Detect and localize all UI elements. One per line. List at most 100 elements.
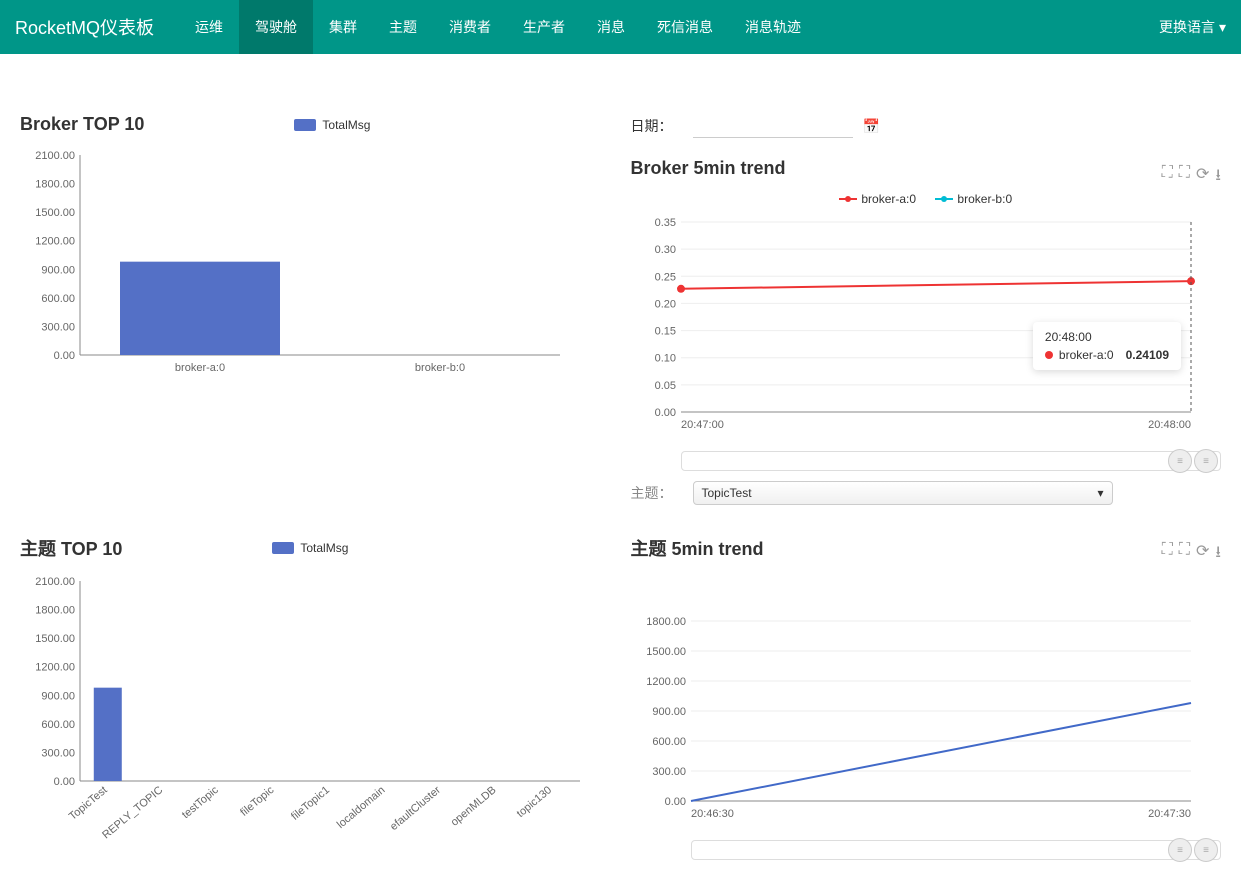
svg-text:broker-b:0: broker-b:0 <box>415 362 465 374</box>
svg-text:600.00: 600.00 <box>41 719 75 731</box>
svg-text:1500.00: 1500.00 <box>35 633 75 645</box>
broker-top10-title: Broker TOP 10 <box>20 114 144 135</box>
topic-5min-title: 主题 5min trend <box>631 535 764 561</box>
chart-tooltip: 20:48:00 broker-a:00.24109 <box>1033 322 1181 370</box>
svg-text:2100.00: 2100.00 <box>35 150 75 162</box>
nav-cluster[interactable]: 集群 <box>313 0 373 54</box>
svg-text:600.00: 600.00 <box>41 293 75 305</box>
zoom-icon[interactable]: ⛶ <box>1162 541 1173 568</box>
svg-text:20:47:00: 20:47:00 <box>681 419 724 431</box>
download-icon[interactable]: ⭳ <box>1215 541 1221 568</box>
main-nav: 运维 驾驶舱 集群 主题 消费者 生产者 消息 死信消息 消息轨迹 <box>179 0 817 54</box>
legend-totalmsg[interactable]: TotalMsg <box>294 118 370 132</box>
legend-broker-b[interactable]: broker-b:0 <box>935 192 1012 206</box>
chevron-down-icon: ▾ <box>1097 486 1103 500</box>
svg-text:1500.00: 1500.00 <box>646 646 686 658</box>
lang-switch-label: 更换语言 <box>1159 17 1215 37</box>
nav-consumer[interactable]: 消费者 <box>433 0 507 54</box>
slider-handle-right[interactable]: ≡ <box>1194 449 1218 473</box>
svg-text:20:48:00: 20:48:00 <box>1148 419 1191 431</box>
broker-top10-chart: 0.00 300.00 600.00 900.00 1200.00 1500.00 1800… <box>20 145 611 385</box>
svg-text:localdomain: localdomain <box>335 784 388 831</box>
topic-top10-panel: 主题 TOP 10 TotalMsg 0.00 300.00 600.00 900.0… <box>20 535 611 871</box>
legend-totalmsg-2[interactable]: TotalMsg <box>272 541 348 555</box>
svg-text:1200.00: 1200.00 <box>646 676 686 688</box>
svg-text:300.00: 300.00 <box>41 321 75 333</box>
svg-text:900.00: 900.00 <box>41 690 75 702</box>
topic-top10-title: 主题 TOP 10 <box>20 535 122 561</box>
svg-text:efaultCluster: efaultCluster <box>388 784 443 833</box>
restore-icon[interactable]: ⛶ <box>1179 541 1190 568</box>
toolbox: ⛶ ⛶ ⟳ ⭳ <box>1162 164 1221 191</box>
svg-text:1800.00: 1800.00 <box>35 179 75 191</box>
broker-trend-legend: broker-a:0 broker-b:0 <box>631 189 1222 206</box>
svg-text:300.00: 300.00 <box>652 766 686 778</box>
svg-text:0.30: 0.30 <box>654 244 675 256</box>
slider-handle-left[interactable]: ≡ <box>1168 449 1192 473</box>
svg-text:topic130: topic130 <box>515 784 555 820</box>
svg-text:testTopic: testTopic <box>180 784 221 821</box>
brand-title: RocketMQ仪表板 <box>15 14 154 40</box>
zoom-slider[interactable]: ≡ ≡ <box>681 451 1222 471</box>
refresh-icon[interactable]: ⟳ <box>1196 164 1209 191</box>
right-top: 日期： 📅 Broker 5min trend ⛶ ⛶ ⟳ ⭳ broker-a… <box>631 114 1222 515</box>
svg-text:20:47:30: 20:47:30 <box>1148 808 1191 820</box>
svg-text:1200.00: 1200.00 <box>35 236 75 248</box>
broker-top10-panel: Broker TOP 10 TotalMsg 0.00 300.00 600.00 9… <box>20 114 611 515</box>
svg-text:REPLY_TOPIC: REPLY_TOPIC <box>100 784 165 841</box>
svg-text:0.10: 0.10 <box>654 353 675 365</box>
nav-topic[interactable]: 主题 <box>373 0 433 54</box>
tooltip-value: 0.24109 <box>1126 348 1169 362</box>
svg-text:900.00: 900.00 <box>41 264 75 276</box>
svg-text:1500.00: 1500.00 <box>35 207 75 219</box>
svg-text:0.35: 0.35 <box>654 217 675 229</box>
svg-text:1800.00: 1800.00 <box>35 605 75 617</box>
topic-top10-chart: 0.00 300.00 600.00 900.00 1200.00 1500.00 1800… <box>20 571 611 851</box>
slider-handle-left[interactable]: ≡ <box>1168 838 1192 862</box>
svg-text:0.25: 0.25 <box>654 271 675 283</box>
nav-producer[interactable]: 生产者 <box>507 0 581 54</box>
svg-text:1200.00: 1200.00 <box>35 662 75 674</box>
topic-select[interactable]: TopicTest ▾ <box>693 481 1113 505</box>
date-label: 日期： <box>631 116 673 136</box>
svg-text:0.00: 0.00 <box>654 407 675 419</box>
lang-switch[interactable]: 更换语言 ▾ <box>1159 17 1226 37</box>
svg-text:0.20: 0.20 <box>654 298 675 310</box>
broker-5min-title: Broker 5min trend <box>631 158 786 179</box>
download-icon[interactable]: ⭳ <box>1215 164 1221 191</box>
toolbox-2: ⛶ ⛶ ⟳ ⭳ <box>1162 541 1221 568</box>
legend-broker-a[interactable]: broker-a:0 <box>839 192 916 206</box>
svg-text:300.00: 300.00 <box>41 747 75 759</box>
svg-text:fileTopic1: fileTopic1 <box>289 784 332 823</box>
nav-message[interactable]: 消息 <box>581 0 641 54</box>
topic-5min-panel: 主题 5min trend ⛶ ⛶ ⟳ ⭳ 0.00300.00600.0090… <box>631 535 1222 871</box>
svg-text:openMLDB: openMLDB <box>449 784 499 829</box>
svg-text:0.00: 0.00 <box>664 796 685 808</box>
date-input[interactable] <box>693 114 853 138</box>
calendar-icon[interactable]: 📅 <box>863 118 880 135</box>
svg-text:900.00: 900.00 <box>652 706 686 718</box>
svg-text:2100.00: 2100.00 <box>35 576 75 588</box>
svg-text:0.15: 0.15 <box>654 326 675 338</box>
svg-text:0.00: 0.00 <box>54 350 75 362</box>
refresh-icon[interactable]: ⟳ <box>1196 541 1209 568</box>
restore-icon[interactable]: ⛶ <box>1179 164 1190 191</box>
svg-text:1800.00: 1800.00 <box>646 616 686 628</box>
svg-text:TopicTest: TopicTest <box>67 784 110 823</box>
topic-label: 主题： <box>631 483 673 503</box>
svg-text:broker-a:0: broker-a:0 <box>175 362 225 374</box>
nav-dashboard[interactable]: 驾驶舱 <box>239 0 313 54</box>
navbar: RocketMQ仪表板 运维 驾驶舱 集群 主题 消费者 生产者 消息 死信消息… <box>0 0 1241 54</box>
svg-text:fileTopic: fileTopic <box>238 784 277 819</box>
zoom-icon[interactable]: ⛶ <box>1162 164 1173 191</box>
svg-text:20:46:30: 20:46:30 <box>691 808 734 820</box>
nav-trace[interactable]: 消息轨迹 <box>729 0 817 54</box>
tooltip-series: broker-a:0 <box>1059 348 1114 362</box>
slider-handle-right[interactable]: ≡ <box>1194 838 1218 862</box>
svg-text:0.00: 0.00 <box>54 776 75 788</box>
nav-ops[interactable]: 运维 <box>179 0 239 54</box>
topic-5min-chart: 0.00300.00600.00900.001200.001500.001800… <box>631 601 1222 831</box>
nav-dlq[interactable]: 死信消息 <box>641 0 729 54</box>
zoom-slider-2[interactable]: ≡ ≡ <box>691 840 1222 860</box>
caret-down-icon: ▾ <box>1219 19 1226 36</box>
